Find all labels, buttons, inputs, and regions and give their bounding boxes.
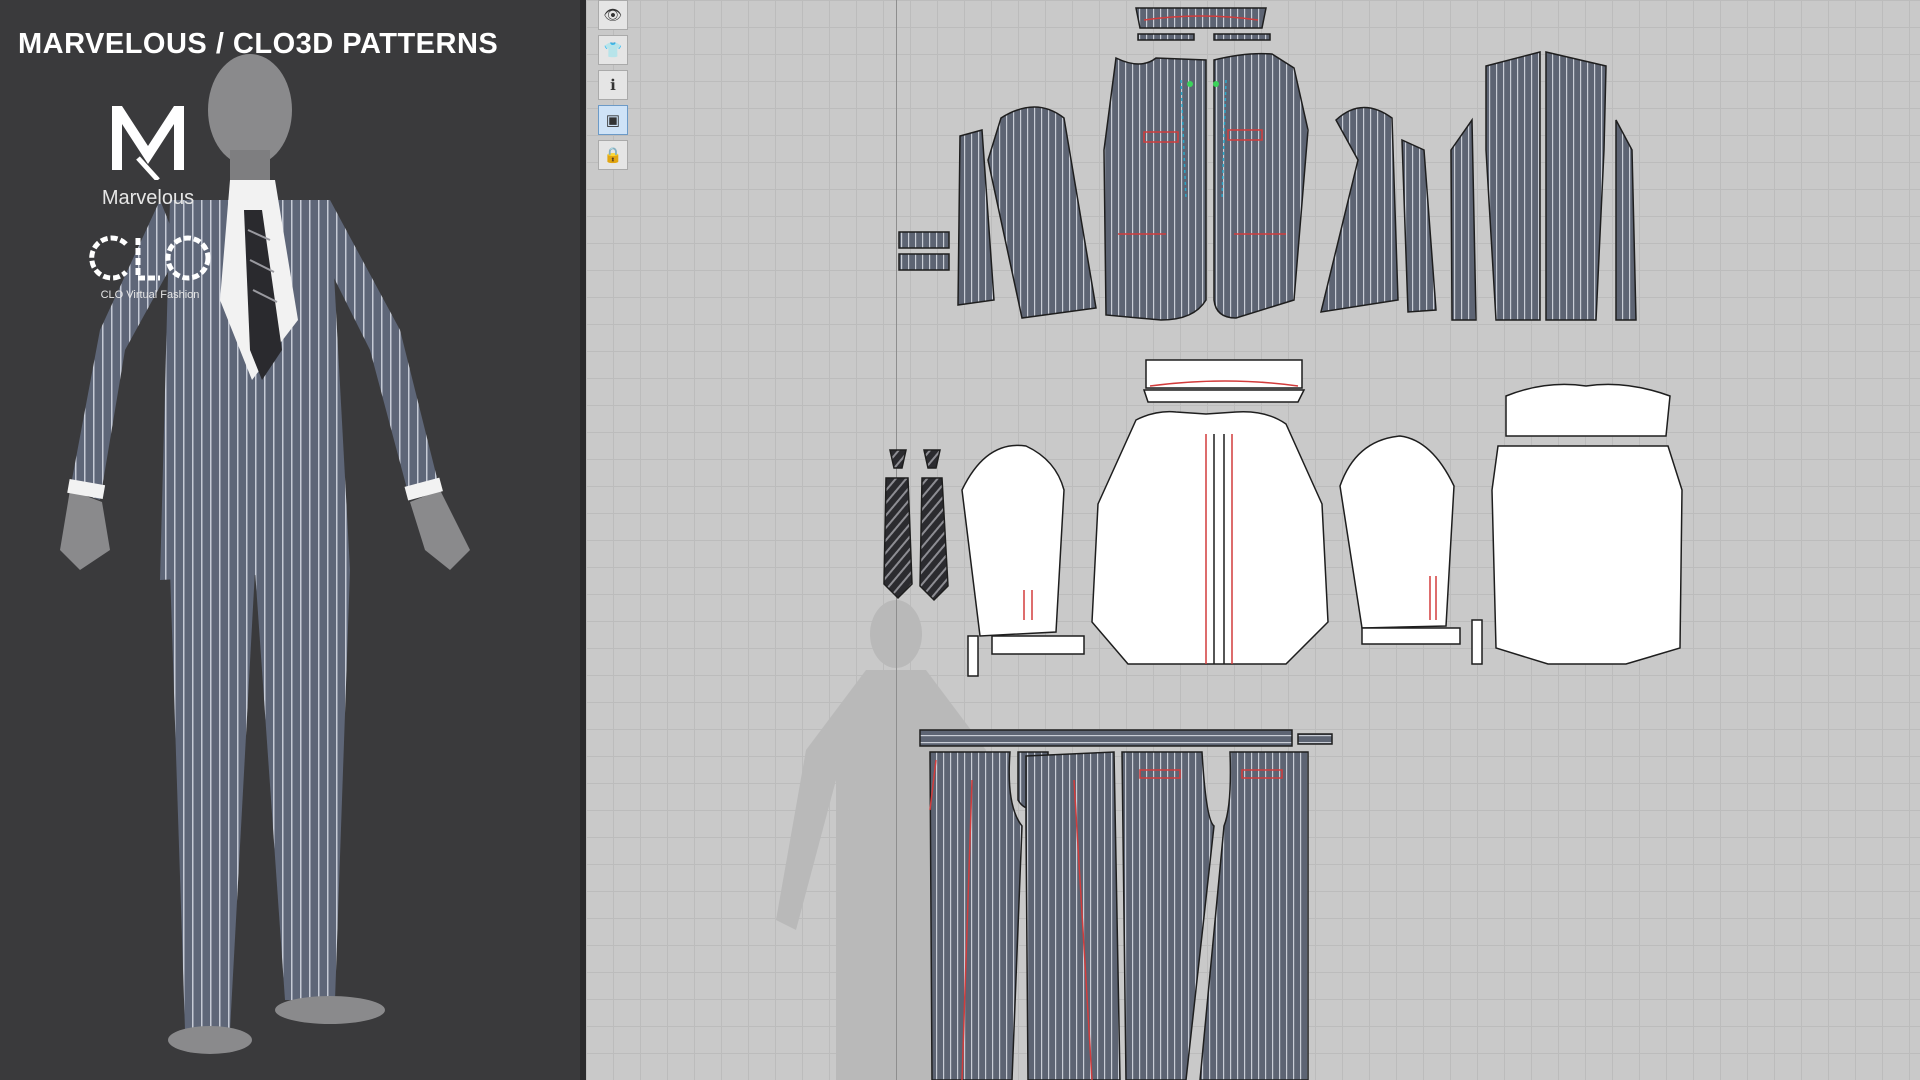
jacket-sleeve-top-right[interactable] [1320,106,1399,313]
clo-wordmark-icon [89,235,211,281]
jacket-sleeve-under-right[interactable] [1401,138,1437,313]
pattern-pieces[interactable] [586,0,1920,1080]
jacket-sleeve-top-left[interactable] [987,106,1097,319]
shirt-back[interactable] [1491,445,1683,665]
info-icon[interactable]: ℹ [598,70,628,100]
lock-shirt-icon[interactable]: 🔒 [598,140,628,170]
shirt-placket-left[interactable] [967,635,979,677]
tie-knot-right[interactable] [923,449,941,469]
marvelous-label: Marvelous [101,187,195,209]
jacket-back-right[interactable] [1545,51,1607,321]
eye-icon[interactable]: 👁 [598,0,628,30]
shirt-show-icon[interactable]: 👕 [598,35,628,65]
shirt-sleeve-right[interactable] [1339,435,1455,629]
3d-avatar-view[interactable]: MARVELOUS / CLO3D PATTERNS Marvelous CLO… [0,0,580,1080]
pants-back-left[interactable] [1025,751,1121,1080]
marvelous-logo: Marvelous [98,98,198,210]
clo-label: CLO Virtual Fashion [100,289,200,301]
pants-back-right[interactable] [1199,751,1309,1080]
shirt-collar[interactable] [1142,389,1306,403]
page-title: MARVELOUS / CLO3D PATTERNS [18,28,499,60]
pattern-toolbar: 👁 👕 ℹ ▣ 🔒 [598,0,632,175]
shirt-yoke[interactable] [1505,383,1671,437]
shirt-front[interactable] [1091,410,1329,665]
jacket-back-side-right[interactable] [1615,119,1637,321]
tie-knot-left[interactable] [889,449,907,469]
waistband-tab[interactable] [1297,733,1333,745]
marvelous-m-icon [112,106,184,182]
waistband-strip[interactable] [919,729,1293,747]
jacket-flap-bottom[interactable] [898,253,950,271]
jacket-front-right[interactable] [1213,52,1309,319]
jacket-undercollar-right[interactable] [1213,33,1271,41]
jacket-flap-top[interactable] [898,231,950,249]
tie-blade-left[interactable] [883,477,913,600]
jacket-back-left[interactable] [1485,51,1541,321]
shirt-cuff-left[interactable] [991,635,1085,655]
clo-logo: CLO Virtual Fashion [88,232,212,301]
jacket-back-side[interactable] [1450,117,1477,321]
pants-front-right[interactable] [1121,751,1215,1080]
shirt-sleeve-left[interactable] [961,444,1065,637]
texture-icon[interactable]: ▣ [598,105,628,135]
jacket-undercollar-left[interactable] [1137,33,1195,41]
2d-pattern-window[interactable]: 👁 👕 ℹ ▣ 🔒 [586,0,1920,1080]
jacket-front-left[interactable] [1103,56,1207,321]
shirt-cuff-right[interactable] [1361,627,1461,645]
tie-blade-right[interactable] [919,477,949,602]
shirt-placket-right[interactable] [1471,619,1483,665]
pants-front-left[interactable] [929,751,1023,1080]
